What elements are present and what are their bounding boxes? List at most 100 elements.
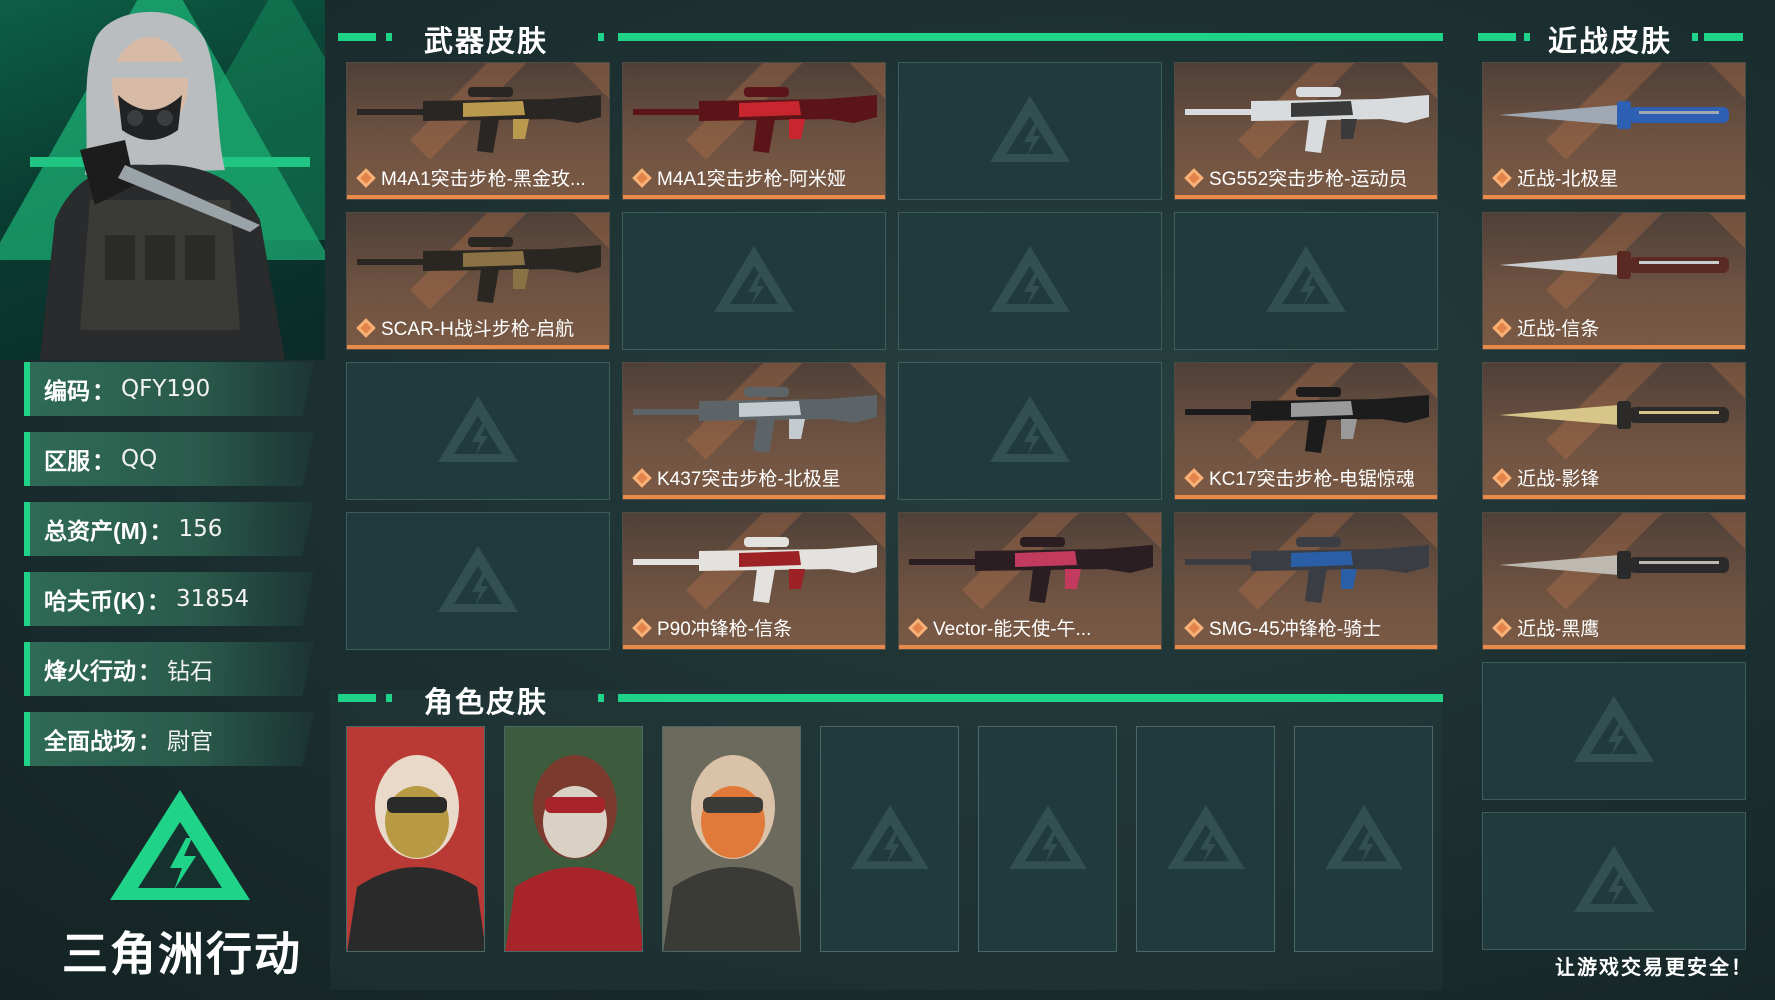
role-skin-empty-slot [1294,726,1433,952]
weapon-skin-card[interactable]: M4A1突击步枪-黑金玫... [346,62,610,200]
role-skin-empty-slot [1136,726,1275,952]
weapon-skin-empty-slot [898,62,1162,200]
role-skin-card[interactable] [504,726,643,952]
info-label: 总资产(M) [44,518,148,544]
profile-panel: 编码： QFY190 区服： QQ 总资产(M)： 156 哈夫币(K)： 31854 … [0,0,325,1000]
role-skin-card[interactable] [346,726,485,952]
weapon-skin-name: Vector-能天使-午... [933,619,1092,640]
melee-skin-empty-slot [1482,812,1746,950]
placeholder-logo-icon [990,246,1070,312]
weapon-skin-card[interactable]: K437突击步枪-北极星 [622,362,886,500]
info-separator: ： [92,448,115,474]
info-value: 31854 [175,586,250,612]
rarity-diamond-icon [356,317,376,338]
melee-skin-name: 近战-信条 [1517,319,1600,340]
weapon-skin-card[interactable]: SG552突击步枪-运动员 [1174,62,1438,200]
weapon-skin-name: M4A1突击步枪-黑金玫... [381,169,586,190]
brand-block: 三角洲行动 [62,790,302,990]
weapon-skin-card[interactable]: KC17突击步枪-电锯惊魂 [1174,362,1438,500]
brand-name: 三角洲行动 [62,928,302,980]
weapon-skin-name: K437突击步枪-北极星 [657,469,841,490]
rifle-grey-icon [633,387,877,453]
rarity-diamond-icon [356,167,376,188]
rifle-dark-icon [357,237,601,303]
melee-skin-name: 近战-黑鹰 [1517,619,1600,640]
operator-gold-mask-icon [347,727,484,951]
operator-portrait [0,0,325,360]
info-label: 区服 [44,448,90,474]
weapon-skin-empty-slot [346,512,610,650]
rarity-diamond-icon [632,167,652,188]
melee-skin-label-row: 近战-黑鹰 [1492,614,1600,641]
weapon-skin-label-row: SCAR-H战斗步枪-启航 [356,314,574,341]
weapon-skin-empty-slot [622,212,886,350]
melee-skin-name: 近战-北极星 [1517,169,1619,190]
knife-blue-icon [1499,101,1729,129]
weapon-skin-label-row: KC17突击步枪-电锯惊魂 [1184,464,1415,491]
rarity-diamond-icon [1492,617,1512,638]
melee-skin-card[interactable]: 近战-北极星 [1482,62,1746,200]
weapon-section-title: 武器皮肤 [424,26,549,58]
weapon-skin-label-row: K437突击步枪-北极星 [632,464,841,491]
melee-skin-label-row: 近战-影锋 [1492,464,1600,491]
weapon-skin-label-row: SG552突击步枪-运动员 [1184,164,1408,191]
weapon-skin-empty-slot [1174,212,1438,350]
info-separator: ： [146,588,170,614]
role-skin-empty-slot [978,726,1117,952]
weapon-section-header: 武器皮肤 [338,22,1443,58]
weapon-skin-name: P90冲锋枪-信条 [657,619,793,640]
rarity-diamond-icon [1492,317,1512,338]
placeholder-logo-icon [1008,805,1087,870]
placeholder-logo-icon [990,96,1070,162]
melee-skin-name: 近战-影锋 [1517,469,1600,490]
weapon-skin-empty-slot [346,362,610,500]
knife-knuckle-icon [1499,251,1729,279]
placeholder-logo-icon [990,396,1070,462]
weapon-skin-label-row: M4A1突击步枪-阿米娅 [632,164,846,191]
info-separator: ： [92,378,115,404]
info-haf-coin: 哈夫币(K)： 31854 [24,572,314,626]
rarity-diamond-icon [1492,467,1512,488]
weapon-skin-card[interactable]: P90冲锋枪-信条 [622,512,886,650]
weapon-skin-name: M4A1突击步枪-阿米娅 [657,169,846,190]
placeholder-logo-icon [1574,696,1654,762]
melee-skin-card[interactable]: 近战-影锋 [1482,362,1746,500]
info-value: QFY190 [121,376,211,402]
info-server: 区服： QQ [24,432,314,486]
knife-gold-icon [1499,401,1729,429]
rarity-diamond-icon [632,467,652,488]
melee-skin-card[interactable]: 近战-黑鹰 [1482,512,1746,650]
info-label: 全面战场 [44,728,136,754]
weapon-skin-label-row: M4A1突击步枪-黑金玫... [356,164,586,191]
smg-blue-icon [1185,537,1429,603]
info-warfare-rank: 全面战场：尉官 [24,712,314,766]
rarity-diamond-icon [1184,167,1204,188]
rarity-diamond-icon [632,617,652,638]
weapon-skin-label-row: P90冲锋枪-信条 [632,614,793,641]
info-separator: ： [138,658,161,684]
melee-section-header: 近战皮肤 [1478,22,1743,58]
weapon-skin-name: SG552突击步枪-运动员 [1209,169,1408,190]
info-value: 钻石 [167,659,213,685]
role-skin-empty-slot [820,726,959,952]
info-value: 尉官 [167,729,213,755]
info-total-assets: 总资产(M)： 156 [24,502,314,556]
weapon-skin-label-row: SMG-45冲锋枪-骑士 [1184,614,1382,641]
placeholder-logo-icon [438,396,518,462]
info-code: 编码： QFY190 [24,362,314,416]
weapon-skin-card[interactable]: SMG-45冲锋枪-骑士 [1174,512,1438,650]
weapon-skin-name: KC17突击步枪-电锯惊魂 [1209,469,1415,490]
placeholder-logo-icon [1166,805,1245,870]
smg-pink-icon [909,537,1153,603]
operator-jigsaw-icon [505,727,642,951]
role-section-title: 角色皮肤 [424,687,549,719]
weapon-skin-card[interactable]: SCAR-H战斗步枪-启航 [346,212,610,350]
melee-skin-card[interactable]: 近战-信条 [1482,212,1746,350]
weapon-skin-card[interactable]: M4A1突击步枪-阿米娅 [622,62,886,200]
role-skin-card[interactable] [662,726,801,952]
placeholder-logo-icon [1324,805,1403,870]
weapon-skin-name: SMG-45冲锋枪-骑士 [1209,619,1382,640]
info-value: 156 [178,516,223,542]
operator-portrait-icon [40,11,285,360]
weapon-skin-card[interactable]: Vector-能天使-午... [898,512,1162,650]
